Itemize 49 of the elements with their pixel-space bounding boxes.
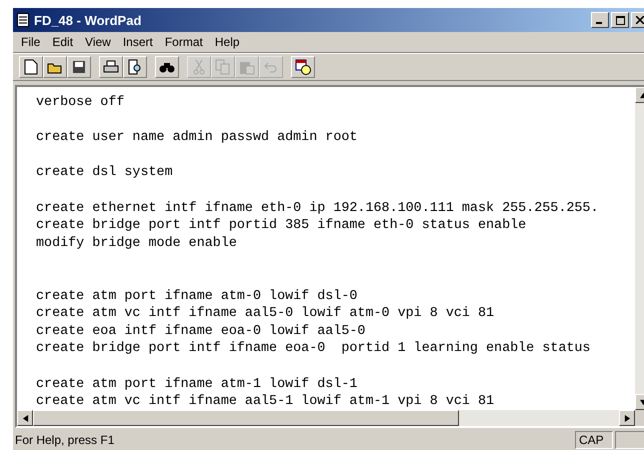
binoculars-icon: [159, 60, 175, 74]
window-title: FD_48 - WordPad: [34, 12, 142, 28]
status-panel: [615, 431, 644, 449]
text-line: modify bridge mode enable: [36, 234, 238, 252]
scroll-right-icon[interactable]: [619, 410, 635, 426]
menu-item[interactable]: Help: [208, 35, 246, 49]
maximize-button[interactable]: [611, 12, 629, 28]
text-line: create bridge port intf ifname eoa-0 portid 1 learning enable status: [36, 340, 592, 358]
new-document-icon: [24, 59, 38, 75]
magnifier-page-icon: [127, 59, 143, 75]
close-button[interactable]: [631, 12, 644, 28]
text-line: create ethernet intf ifname eth-0 ip 192.168.100.111 mask 255.255.255.: [36, 200, 600, 218]
copy-icon: [215, 59, 231, 75]
menu-item[interactable]: Format: [158, 35, 209, 49]
menu-item[interactable]: Insert: [116, 35, 159, 49]
text-line: create atm port ifname atm-1 lowif dsl-1: [36, 376, 358, 394]
scroll-thumb[interactable]: [33, 410, 459, 426]
text-line: verbose off: [36, 94, 126, 112]
scissors-icon: [193, 59, 205, 75]
toolbar-button[interactable]: [19, 56, 43, 78]
toolbar-button[interactable]: [43, 56, 67, 78]
horizontal-scrollbar[interactable]: [17, 410, 644, 426]
text-line: create atm vc intf ifname aal5-0 lowif atm-0 vpi 8 vci 81: [36, 305, 496, 323]
calendar-clock-icon: [295, 59, 311, 75]
maximize-icon: [616, 16, 624, 24]
undo-arrow-icon: [264, 61, 278, 73]
minimize-button[interactable]: [591, 12, 609, 28]
toolbar-button[interactable]: [99, 56, 123, 78]
toolbar-button[interactable]: [291, 56, 315, 78]
status-indicator: CAP: [575, 431, 613, 449]
menu-item[interactable]: File: [15, 35, 46, 49]
clipboard-icon: [239, 59, 255, 75]
notepad-icon: [17, 13, 29, 27]
text-line: create atm port ifname atm-0 lowif dsl-0: [36, 288, 358, 306]
text-line: create eoa intf ifname eoa-0 lowif aal5-0: [36, 322, 366, 340]
text-line: create dsl system: [36, 164, 174, 182]
text-line: create bridge port intf portid 385 ifname eth-0 status enable: [36, 217, 528, 235]
menu-item[interactable]: View: [79, 35, 117, 49]
text-line: create user name admin passwd admin root: [36, 129, 358, 147]
status-text: For Help, press F1: [15, 433, 116, 447]
printer-icon: [103, 60, 119, 74]
close-icon: [636, 16, 644, 24]
text-line: create atm vc intf ifname aal5-1 lowif atm-1 vpi 8 vci 81: [36, 393, 496, 410]
scroll-left-icon[interactable]: [17, 410, 33, 426]
toolbar-button[interactable]: [123, 56, 147, 78]
toolbar-button[interactable]: [155, 56, 179, 78]
toolbar-button[interactable]: [67, 56, 91, 78]
document-area[interactable]: [15, 85, 644, 428]
menu-item[interactable]: Edit: [46, 35, 80, 49]
